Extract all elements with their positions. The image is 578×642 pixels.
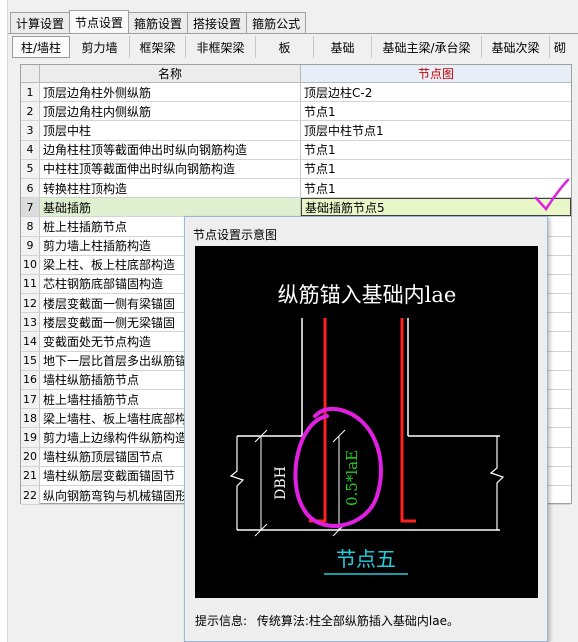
table-row[interactable]: 6 转换柱柱顶构造 节点1: [21, 178, 571, 199]
row-name: 转换柱柱顶构造: [40, 178, 301, 198]
diagram-caption: 节点五: [336, 547, 396, 571]
row-name: 中柱柱顶等截面伸出时纵向钢筋构造: [40, 159, 301, 178]
info-text: 传统算法:柱全部纵筋插入基础内lae。: [256, 614, 459, 628]
subtab-shear-wall[interactable]: 剪力墙: [70, 36, 130, 58]
subtab-nonframe-beam[interactable]: 非框架梁: [186, 36, 256, 58]
node-diagram-popup: 节点设置示意图 纵筋锚入基础内lae DBH 0.5*laE 节点五 提示信息:…: [184, 216, 548, 642]
subtab-foundation-main-beam[interactable]: 基础主梁/承台梁: [372, 36, 482, 58]
info-label: 提示信息:: [195, 614, 248, 628]
tab-stirrup-settings[interactable]: 箍筋设置: [128, 12, 189, 34]
highlight-circle: [293, 406, 383, 528]
row-number: 19: [21, 428, 40, 447]
table-row[interactable]: 3 顶层中柱 顶层中柱节点1: [21, 121, 571, 141]
subtab-frame-beam[interactable]: 框架梁: [130, 36, 186, 58]
row-number: 13: [21, 313, 40, 332]
tab-lap-settings[interactable]: 搭接设置: [187, 12, 248, 34]
tabs-divider: [8, 33, 578, 34]
row-name: 边角柱柱顶等截面伸出时纵向钢筋构造: [40, 140, 301, 159]
row-node-value[interactable]: 节点1: [301, 102, 571, 120]
subtab-foundation[interactable]: 基础: [314, 36, 372, 58]
popup-info: 提示信息: 传统算法:柱全部纵筋插入基础内lae。: [195, 612, 465, 629]
row-number: 4: [21, 140, 40, 159]
popup-title: 节点设置示意图: [193, 228, 278, 242]
row-number: 1: [21, 83, 40, 102]
row-name: 顶层边角柱外侧纵筋: [40, 83, 301, 102]
row-name: 基础插筋: [40, 198, 301, 217]
tab-node-settings[interactable]: 节点设置: [69, 10, 130, 34]
break-mark-left: [229, 436, 245, 530]
header-row-number: [21, 65, 40, 82]
row-number: 17: [21, 390, 40, 409]
settings-tabs: 计算设置 节点设置 箍筋设置 搭接设置 箍筋公式: [10, 10, 307, 34]
left-panel-edge: [0, 0, 8, 642]
row-number: 7: [21, 198, 40, 217]
row-number: 5: [21, 159, 40, 178]
row-number: 15: [21, 351, 40, 370]
lae-label: 0.5*laE: [343, 450, 361, 506]
table-row[interactable]: 4 边角柱柱顶等截面伸出时纵向钢筋构造 节点1: [21, 140, 571, 160]
row-node-value[interactable]: 节点1: [301, 160, 571, 178]
row-name: 顶层中柱: [40, 121, 301, 140]
header-name: 名称: [40, 65, 301, 82]
subtab-masonry[interactable]: 砌: [550, 36, 566, 58]
tab-calc-settings[interactable]: 计算设置: [10, 12, 71, 34]
row-number: 6: [21, 178, 40, 198]
subtab-slab[interactable]: 板: [256, 36, 314, 58]
header-node-diagram: 节点图: [301, 65, 571, 82]
diagram-title: 纵筋锚入基础内lae: [278, 283, 457, 307]
row-number: 8: [21, 217, 40, 236]
row-number: 3: [21, 121, 40, 140]
component-subtabs: 柱/墙柱 剪力墙 框架梁 非框架梁 板 基础 基础主梁/承台梁 基础次梁 砌: [12, 36, 566, 58]
row-node-value[interactable]: 节点1: [301, 179, 571, 197]
subtab-column-wallcolumn[interactable]: 柱/墙柱: [12, 36, 70, 58]
row-number: 11: [21, 274, 40, 294]
row-number: 10: [21, 255, 40, 274]
row-number: 12: [21, 294, 40, 313]
tab-stirrup-formula[interactable]: 箍筋公式: [246, 12, 307, 34]
subtab-foundation-secondary-beam[interactable]: 基础次梁: [482, 36, 550, 58]
row-number: 21: [21, 466, 40, 485]
row-name: 顶层边角柱内侧纵筋: [40, 102, 301, 121]
row-number: 18: [21, 409, 40, 428]
table-row[interactable]: 2 顶层边角柱内侧纵筋 节点1: [21, 102, 571, 122]
row-number: 20: [21, 447, 40, 466]
row-number: 9: [21, 236, 40, 255]
node-diagram-canvas: 纵筋锚入基础内lae DBH 0.5*laE 节点五: [195, 246, 538, 598]
break-mark-right: [489, 436, 505, 530]
row-node-value[interactable]: 基础插筋节点5: [301, 198, 571, 217]
row-node-value[interactable]: 顶层边柱C-2: [301, 83, 571, 101]
row-number: 22: [21, 485, 40, 505]
check-mark-annotation: [534, 178, 570, 212]
dbh-label: DBH: [273, 466, 289, 500]
row-number: 16: [21, 370, 40, 389]
grid-header: 名称 节点图: [21, 65, 571, 83]
table-row[interactable]: 1 顶层边角柱外侧纵筋 顶层边柱C-2: [21, 83, 571, 103]
node-diagram-svg: 纵筋锚入基础内lae DBH 0.5*laE 节点五: [229, 283, 505, 575]
table-row[interactable]: 7 基础插筋 基础插筋节点5: [21, 198, 571, 218]
rebar-right: [400, 318, 416, 523]
table-row[interactable]: 5 中柱柱顶等截面伸出时纵向钢筋构造 节点1: [21, 159, 571, 179]
row-number: 2: [21, 102, 40, 121]
row-node-value[interactable]: 顶层中柱节点1: [301, 121, 571, 139]
row-number: 14: [21, 332, 40, 351]
row-node-value[interactable]: 节点1: [301, 141, 571, 159]
